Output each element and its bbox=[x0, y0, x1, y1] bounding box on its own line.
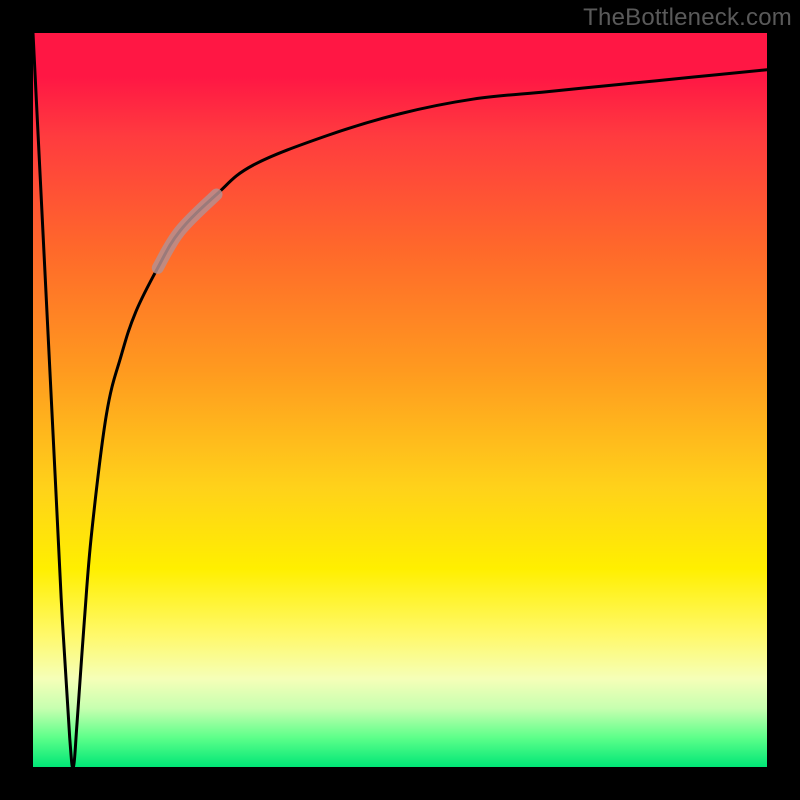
plot-area bbox=[33, 33, 767, 767]
chart-frame: TheBottleneck.com bbox=[0, 0, 800, 800]
watermark-label: TheBottleneck.com bbox=[583, 4, 792, 32]
